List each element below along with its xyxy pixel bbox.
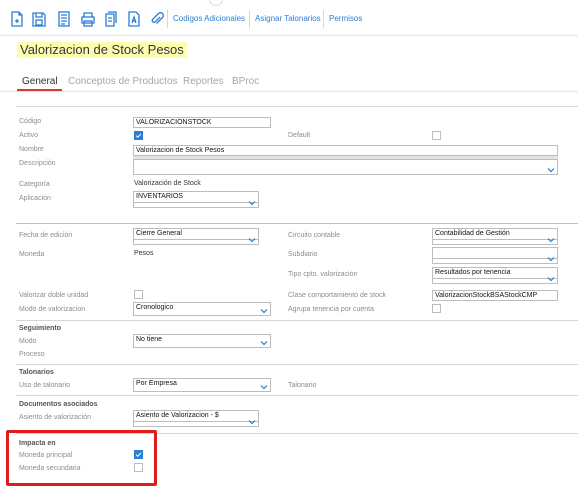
moneda-label: Moneda xyxy=(19,251,45,258)
descripcion-label: Descripción xyxy=(19,160,56,167)
chevron-down-icon[interactable] xyxy=(248,200,256,206)
asiento-valorizacion-label: Asiento de valorización xyxy=(19,414,91,421)
talonario-label: Talonario xyxy=(288,382,317,389)
clase-comportamiento-label: Clase comportamiento de stock xyxy=(288,292,387,299)
categoria-value: Valorización de Stock xyxy=(134,180,201,187)
default-label: Default xyxy=(288,132,311,139)
seguimiento-section-title: Seguimiento xyxy=(19,325,62,332)
section-divider xyxy=(16,320,578,321)
pdf-document-icon[interactable] xyxy=(127,11,141,27)
permisos-link[interactable]: Permisos xyxy=(329,14,362,23)
aplicacion-select[interactable]: INVENTARIOS xyxy=(133,191,259,208)
section-divider xyxy=(16,106,578,107)
tab-bproc[interactable]: BProc xyxy=(232,76,259,87)
clase-comportamiento-input[interactable]: ValorizacionStockBSAStockCMP xyxy=(432,290,558,301)
chevron-down-icon[interactable] xyxy=(260,340,268,346)
chevron-down-icon[interactable] xyxy=(547,256,555,262)
tab-reportes[interactable]: Reportes xyxy=(183,76,224,87)
asiento-valorizacion-value: Asiento de Valorizacion - $ xyxy=(136,412,219,419)
seguimiento-modo-label: Modo xyxy=(19,338,37,345)
seguimiento-modo-value: No tiene xyxy=(136,336,163,343)
chevron-down-icon[interactable] xyxy=(260,308,268,314)
uso-talonario-select[interactable]: Por Empresa xyxy=(133,378,271,392)
circuito-contable-select[interactable]: Contabilidad de Gestión xyxy=(432,228,558,245)
modo-valorizacion-value: Cronologico xyxy=(136,304,174,311)
chevron-down-icon[interactable] xyxy=(260,384,268,390)
codigos-adicionales-link[interactable]: Codigos Adicionales xyxy=(173,14,245,23)
print-icon[interactable] xyxy=(81,11,95,27)
nombre-input[interactable]: Valorizacion de Stock Pesos xyxy=(133,145,558,156)
annotation-highlight-box xyxy=(6,430,157,486)
valorizar-doble-checkbox[interactable] xyxy=(134,290,143,299)
copy-document-icon[interactable] xyxy=(104,11,118,27)
activo-checkbox[interactable] xyxy=(134,131,143,140)
section-divider xyxy=(16,395,578,396)
select-divider xyxy=(134,239,258,240)
asignar-talonarios-link[interactable]: Asignar Talonarios xyxy=(255,14,321,23)
chevron-down-icon[interactable] xyxy=(547,237,555,243)
subdiario-label: Subdiario xyxy=(288,251,318,258)
tab-general[interactable]: General xyxy=(22,76,58,87)
uso-talonario-label: Uso de talonario xyxy=(19,382,70,389)
collapse-tab[interactable] xyxy=(209,0,223,6)
codigo-label: Código xyxy=(19,118,42,125)
toolbar-separator xyxy=(323,10,324,28)
select-divider xyxy=(433,278,557,279)
select-divider xyxy=(433,239,557,240)
toolbar-separator xyxy=(249,10,250,28)
fecha-edicion-label: Fecha de edición xyxy=(19,232,73,239)
subdiario-select[interactable] xyxy=(432,247,558,264)
uso-talonario-value: Por Empresa xyxy=(136,380,177,387)
aplicacion-value: INVENTARIOS xyxy=(136,193,183,200)
agrupa-tenencia-checkbox[interactable] xyxy=(432,304,441,313)
select-divider xyxy=(134,421,258,422)
fecha-edicion-select[interactable]: Cierre General xyxy=(133,228,259,245)
talonarios-section-title: Talonarios xyxy=(19,369,54,376)
chevron-down-icon[interactable] xyxy=(547,167,555,173)
new-document-icon[interactable] xyxy=(10,11,24,27)
tipo-cpto-value: Resultados por tenencia xyxy=(435,269,511,276)
chevron-down-icon[interactable] xyxy=(248,419,256,425)
section-divider xyxy=(16,364,578,365)
attachment-icon[interactable] xyxy=(150,11,164,27)
section-divider xyxy=(16,223,578,224)
chevron-down-icon[interactable] xyxy=(547,276,555,282)
select-divider xyxy=(134,202,258,203)
nombre-label: Nombre xyxy=(19,146,44,153)
descripcion-textarea[interactable] xyxy=(133,159,558,175)
asiento-valorizacion-select[interactable]: Asiento de Valorizacion - $ xyxy=(133,410,259,427)
tab-conceptos-de-productos[interactable]: Conceptos de Productos xyxy=(68,76,178,87)
seguimiento-proceso-label: Proceso xyxy=(19,351,45,358)
moneda-value: Pesos xyxy=(134,250,154,257)
document-list-icon[interactable] xyxy=(57,11,71,27)
fecha-edicion-value: Cierre General xyxy=(136,230,182,237)
tipo-cpto-select[interactable]: Resultados por tenencia xyxy=(432,267,558,284)
valorizar-doble-label: Valorizar doble unidad xyxy=(19,292,89,299)
select-divider xyxy=(433,258,557,259)
modo-valorizacion-label: Modo de valorizacion xyxy=(19,306,86,313)
tabs-divider xyxy=(0,91,578,92)
categoria-label: Categoría xyxy=(19,181,50,188)
circuito-contable-label: Circuito contable xyxy=(288,232,341,239)
documentos-section-title: Documentos asociados xyxy=(19,401,98,408)
toolbar-separator xyxy=(167,10,168,28)
modo-valorizacion-select[interactable]: Cronologico xyxy=(133,302,271,316)
activo-label: Activo xyxy=(19,132,39,139)
seguimiento-modo-select[interactable]: No tiene xyxy=(133,334,271,348)
tipo-cpto-label: Tipo cpto. valorización xyxy=(288,271,358,278)
page-title: Valorizacion de Stock Pesos xyxy=(17,42,187,58)
toolbar: Codigos Adicionales Asignar Talonarios P… xyxy=(0,0,578,36)
chevron-down-icon[interactable] xyxy=(248,237,256,243)
aplicacion-label: Aplicación xyxy=(19,195,51,202)
agrupa-tenencia-label: Agrupa tenencia por cuenta xyxy=(288,306,375,313)
checkmark-icon xyxy=(135,133,142,139)
save-icon[interactable] xyxy=(32,11,46,27)
default-checkbox[interactable] xyxy=(432,131,441,140)
codigo-input[interactable]: VALORIZACIONSTOCK xyxy=(133,117,271,128)
circuito-contable-value: Contabilidad de Gestión xyxy=(435,230,510,237)
